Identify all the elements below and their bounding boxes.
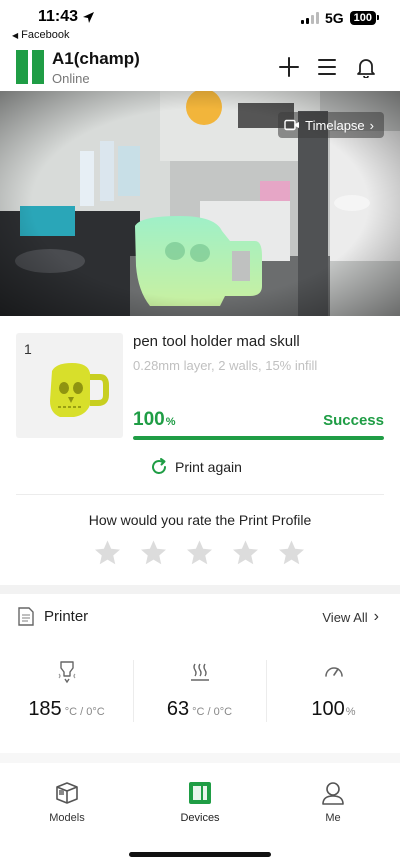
profile-icon xyxy=(322,782,344,805)
status-indicators: 5G 100 xyxy=(300,10,380,26)
notifications-button[interactable] xyxy=(353,54,379,80)
cell-signal-icon xyxy=(300,12,319,24)
home-indicator xyxy=(129,852,271,857)
star-icon[interactable] xyxy=(276,538,307,568)
speed-current: 100 xyxy=(311,698,345,720)
print-again-label: Print again xyxy=(175,459,242,475)
back-arrow-icon: ◀ xyxy=(12,30,19,40)
plate-number: 1 xyxy=(24,341,32,357)
bell-icon xyxy=(357,59,375,78)
star-icon[interactable] xyxy=(138,538,169,568)
timelapse-label: Timelapse xyxy=(305,117,365,133)
menu-icon xyxy=(318,59,336,75)
bed-temperature[interactable]: 63 °C / 0°C xyxy=(133,660,266,725)
tab-devices-label: Devices xyxy=(180,812,220,824)
print-speed[interactable]: 100% xyxy=(267,660,400,725)
star-icon[interactable] xyxy=(230,538,261,568)
tab-models[interactable]: Models xyxy=(17,780,117,824)
progress-percentage: 100% xyxy=(133,409,175,431)
plus-icon xyxy=(279,57,299,77)
bed-temp-current: 63 xyxy=(166,698,190,720)
speed-unit: % xyxy=(345,706,356,718)
view-all-link[interactable]: View All › xyxy=(322,609,379,625)
tab-me[interactable]: Me xyxy=(283,780,383,824)
video-camera-icon xyxy=(284,119,300,131)
progress-value: 100 xyxy=(133,409,165,430)
progress-unit: % xyxy=(165,416,176,428)
refresh-icon xyxy=(152,458,166,474)
back-app-label: Facebook xyxy=(21,29,70,41)
time-text: 11:43 xyxy=(38,8,79,25)
bed-temp-unit: °C / 0°C xyxy=(192,706,233,718)
add-device-button[interactable] xyxy=(276,54,302,80)
divider xyxy=(16,494,384,495)
back-to-app-link[interactable]: ◀ Facebook xyxy=(12,29,69,41)
print-again-button[interactable]: Print again xyxy=(149,457,242,477)
job-status: Success xyxy=(323,412,384,429)
device-header: A1(champ) Online xyxy=(0,44,400,91)
nozzle-temp-unit: °C / 0°C xyxy=(64,706,105,718)
nozzle-temperature[interactable]: 185 °C / 0°C xyxy=(0,660,133,725)
star-icon[interactable] xyxy=(92,538,123,568)
nozzle-icon xyxy=(58,661,75,684)
speed-gauge-icon xyxy=(324,667,343,677)
bambu-logo-icon xyxy=(16,50,44,84)
status-bar: 11:43 ◀ Facebook 5G 100 xyxy=(0,0,400,44)
bed-temperature-value: 63 °C / 0°C xyxy=(133,698,266,721)
chevron-right-icon: › xyxy=(369,117,374,133)
rating-stars xyxy=(92,538,307,568)
heatbed-icon xyxy=(190,663,209,681)
job-title: pen tool holder mad skull xyxy=(133,333,300,350)
section-separator xyxy=(0,753,400,763)
job-details: 0.28mm layer, 2 walls, 15% infill xyxy=(133,358,318,373)
model-thumbnail[interactable]: 1 xyxy=(16,333,123,438)
network-type: 5G xyxy=(324,10,344,26)
printer-section-title: Printer xyxy=(44,608,89,625)
skull-mug-image xyxy=(50,363,109,417)
tab-devices[interactable]: Devices xyxy=(150,780,250,824)
print-speed-value: 100% xyxy=(267,698,400,721)
progress-fill xyxy=(133,436,384,440)
battery-indicator: 100 xyxy=(349,11,380,25)
nozzle-temperature-value: 185 °C / 0°C xyxy=(0,698,133,721)
menu-button[interactable] xyxy=(314,54,340,80)
chevron-right-icon: › xyxy=(373,608,379,625)
view-all-label: View All xyxy=(322,609,368,625)
devices-icon xyxy=(189,782,211,804)
section-separator xyxy=(0,585,400,594)
tab-me-label: Me xyxy=(325,812,341,824)
timelapse-button[interactable]: Timelapse › xyxy=(278,112,384,138)
device-status: Online xyxy=(52,71,90,86)
models-icon xyxy=(56,782,78,804)
rating-prompt: How would you rate the Print Profile xyxy=(88,512,312,528)
device-name[interactable]: A1(champ) xyxy=(52,49,140,69)
status-time: 11:43 xyxy=(38,8,95,26)
location-arrow-icon xyxy=(83,11,95,23)
tab-models-label: Models xyxy=(49,812,85,824)
star-icon[interactable] xyxy=(184,538,215,568)
document-icon xyxy=(18,607,34,626)
nozzle-temp-current: 185 xyxy=(28,698,62,720)
progress-bar xyxy=(133,436,384,440)
